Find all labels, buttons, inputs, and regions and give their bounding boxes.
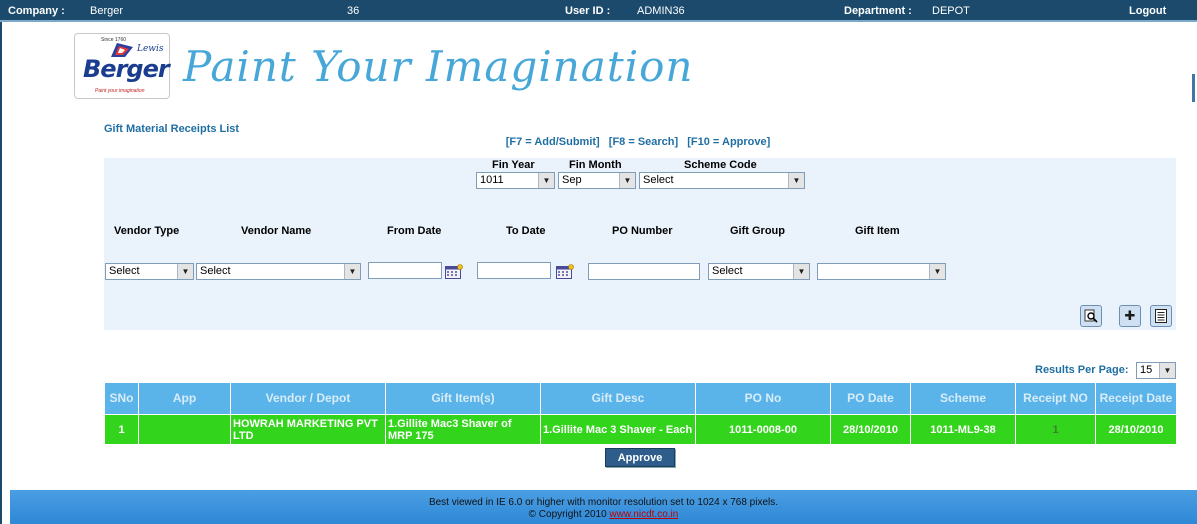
footer-copyright-line: © Copyright 2010 www.nicdt.co.in (10, 509, 1197, 520)
footer-link[interactable]: www.nicdt.co.in (609, 509, 678, 520)
vendor-name-select[interactable]: Select ▼ (196, 263, 361, 280)
company-code: 36 (347, 5, 360, 17)
fin-year-label: Fin Year (492, 159, 535, 171)
col-sno[interactable]: SNo (104, 382, 139, 415)
results-per-page-label: Results Per Page: (1035, 364, 1129, 376)
company-value: Berger (90, 5, 124, 17)
gift-group-value: Select (712, 265, 743, 277)
receipts-table: SNo App Vendor / Depot Gift Item(s) Gift… (104, 382, 1177, 445)
approve-button[interactable]: Approve (605, 448, 675, 467)
from-date-input[interactable] (368, 262, 442, 279)
cell-vendor: HOWRAH MARKETING PVT LTD (230, 414, 386, 445)
shortcut-approve: [F10 = Approve] (687, 136, 771, 148)
cell-app[interactable] (138, 414, 231, 445)
col-app[interactable]: App (138, 382, 231, 415)
berger-logo: Since 1760 Lewis Berger Paint your imagi… (74, 33, 170, 99)
shortcut-hints: [F7 = Add/Submit] [F8 = Search] [F10 = A… (0, 136, 1197, 148)
company-label: Company : (8, 5, 65, 17)
chevron-down-icon: ▼ (344, 264, 360, 279)
cell-gift-items: 1.Gillite Mac3 Shaver of MRP 175 (385, 414, 541, 445)
cell-receipt-no[interactable]: 1 (1015, 414, 1096, 445)
table-row[interactable]: 1 HOWRAH MARKETING PVT LTD 1.Gillite Mac… (104, 414, 1177, 445)
col-receipt-date[interactable]: Receipt Date (1095, 382, 1177, 415)
fin-year-select[interactable]: 1011 ▼ (476, 172, 555, 189)
vendor-type-select[interactable]: Select ▼ (105, 263, 194, 280)
chevron-down-icon: ▼ (619, 173, 635, 188)
fin-month-select[interactable]: Sep ▼ (558, 172, 636, 189)
chevron-down-icon: ▼ (538, 173, 554, 188)
vendor-name-value: Select (200, 265, 231, 277)
col-gift-desc[interactable]: Gift Desc (540, 382, 696, 415)
top-bar: Company : Berger 36 User ID : ADMIN36 De… (0, 0, 1197, 22)
po-number-label: PO Number (612, 225, 673, 237)
calendar-icon[interactable] (445, 264, 463, 279)
userid-value: ADMIN36 (637, 5, 685, 17)
results-per-page-select[interactable]: 15 ▼ (1136, 362, 1176, 379)
cell-sno: 1 (104, 414, 139, 445)
vendor-name-label: Vendor Name (241, 225, 312, 237)
userid-label: User ID : (565, 5, 611, 17)
plus-icon: ✚ (1124, 308, 1136, 323)
col-receipt-no[interactable]: Receipt NO (1015, 382, 1096, 415)
col-po-date[interactable]: PO Date (830, 382, 911, 415)
page-title: Gift Material Receipts List (104, 123, 240, 135)
logout-link[interactable]: Logout (1129, 5, 1166, 17)
cell-receipt-date: 28/10/2010 (1095, 414, 1177, 445)
col-scheme[interactable]: Scheme (910, 382, 1016, 415)
cell-po-date: 28/10/2010 (830, 414, 911, 445)
vendor-type-value: Select (109, 265, 140, 277)
fin-month-value: Sep (562, 174, 582, 186)
logo-lewis: Lewis (137, 44, 164, 54)
results-per-page-value: 15 (1140, 364, 1153, 376)
chevron-down-icon: ▼ (1159, 363, 1175, 378)
left-border (0, 22, 2, 524)
department-value: DEPOT (932, 5, 970, 17)
from-date-label: From Date (387, 225, 442, 237)
to-date-input[interactable] (477, 262, 551, 279)
document-list-icon (1155, 309, 1167, 323)
fin-month-label: Fin Month (569, 159, 622, 171)
chevron-down-icon: ▼ (793, 264, 809, 279)
logo-tag: Paint your imagination (95, 88, 145, 94)
cell-po-no: 1011-0008-00 (695, 414, 831, 445)
right-edge-mark (1192, 74, 1195, 102)
shortcut-add: [F7 = Add/Submit] (505, 136, 600, 148)
chevron-down-icon: ▼ (929, 264, 945, 279)
footer: Best viewed in IE 6.0 or higher with mon… (10, 490, 1197, 524)
chevron-down-icon: ▼ (788, 173, 804, 188)
calendar-icon[interactable] (556, 264, 574, 279)
table-header-row: SNo App Vendor / Depot Gift Item(s) Gift… (104, 382, 1177, 415)
po-number-input[interactable] (588, 263, 700, 280)
scheme-code-value: Select (643, 174, 674, 186)
report-button[interactable] (1150, 305, 1172, 327)
search-icon (1084, 309, 1098, 323)
chevron-down-icon: ▼ (177, 264, 193, 279)
gift-group-label: Gift Group (730, 225, 785, 237)
cell-scheme: 1011-ML9-38 (910, 414, 1016, 445)
add-button[interactable]: ✚ (1119, 305, 1141, 327)
col-vendor[interactable]: Vendor / Depot (230, 382, 386, 415)
scheme-code-label: Scheme Code (684, 159, 757, 171)
vendor-type-label: Vendor Type (114, 225, 180, 237)
gift-group-select[interactable]: Select ▼ (708, 263, 810, 280)
fin-year-value: 1011 (480, 174, 504, 186)
footer-copyright: © Copyright 2010 (528, 509, 607, 520)
department-label: Department : (844, 5, 912, 17)
tagline: Paint Your Imagination (183, 42, 694, 91)
footer-browser-note: Best viewed in IE 6.0 or higher with mon… (428, 497, 779, 508)
logo-brand: Berger (83, 55, 170, 83)
col-po-no[interactable]: PO No (695, 382, 831, 415)
gift-item-label: Gift Item (855, 225, 900, 237)
shortcut-search: [F8 = Search] (608, 136, 679, 148)
cell-gift-desc: 1.Gillite Mac 3 Shaver - Each (540, 414, 696, 445)
col-gift-items[interactable]: Gift Item(s) (385, 382, 541, 415)
search-button[interactable] (1080, 305, 1102, 327)
gift-item-select[interactable]: ▼ (817, 263, 946, 280)
scheme-code-select[interactable]: Select ▼ (639, 172, 805, 189)
to-date-label: To Date (506, 225, 546, 237)
